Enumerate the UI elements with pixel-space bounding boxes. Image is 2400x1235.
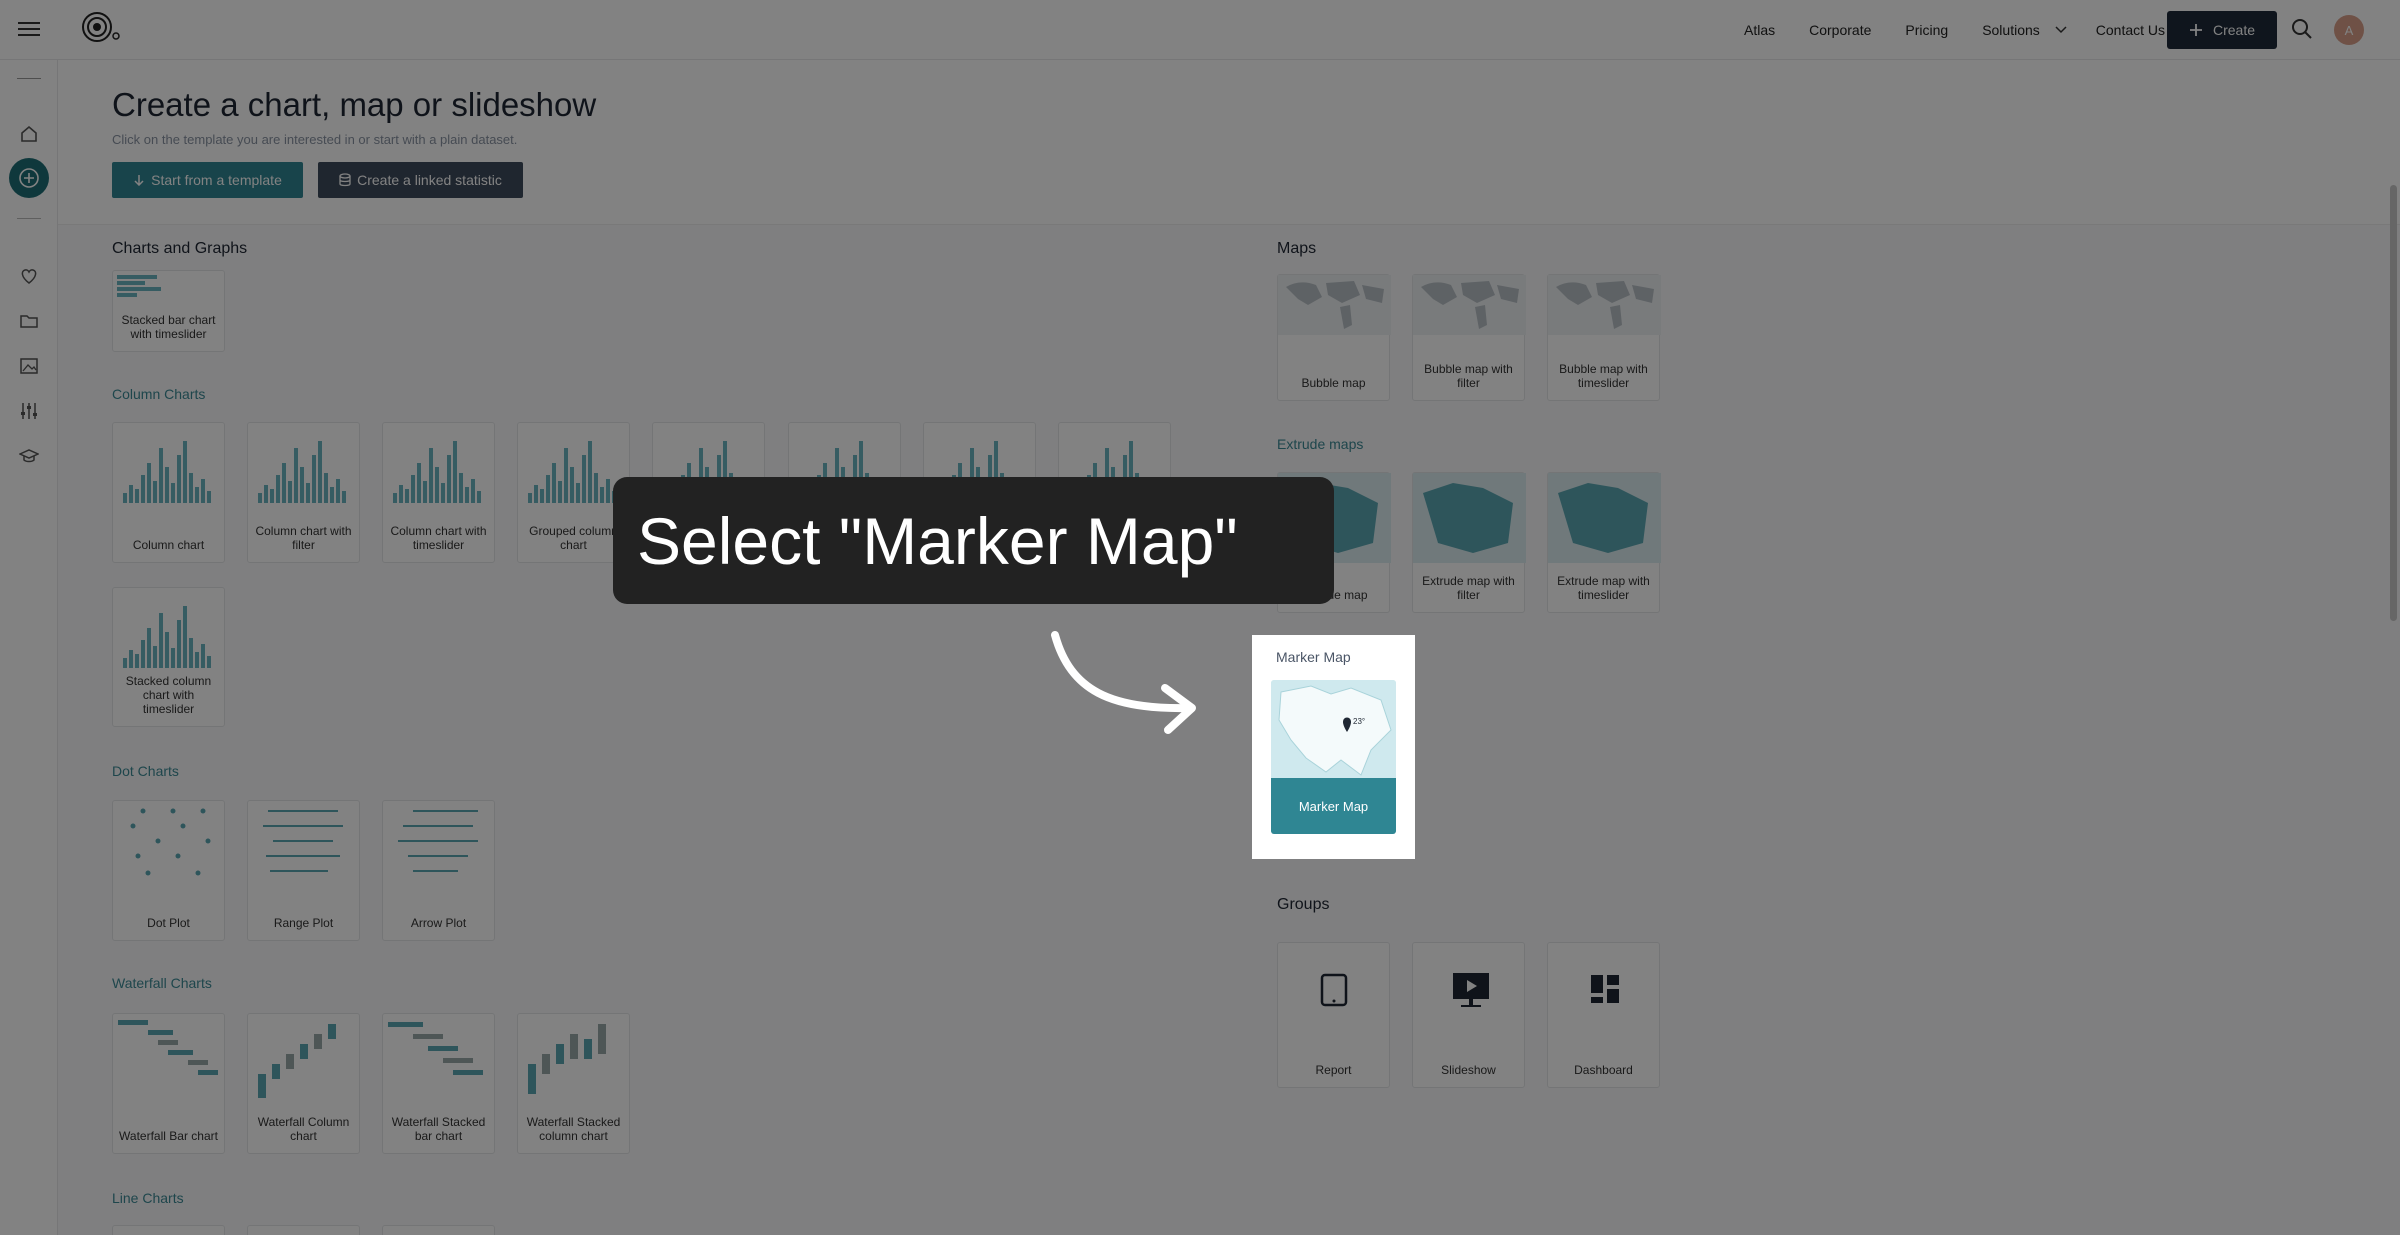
marker-map-card[interactable]: 23° Marker Map bbox=[1271, 680, 1396, 834]
marker-pin-label: 23° bbox=[1353, 717, 1365, 726]
marker-map-card-label: Marker Map bbox=[1271, 778, 1396, 834]
marker-map-section-title: Marker Map bbox=[1276, 649, 1351, 665]
marker-map-highlight: Marker Map 23° Marker Map bbox=[1252, 635, 1415, 859]
tutorial-callout: Select "Marker Map" bbox=[613, 477, 1334, 604]
europe-map-thumb: 23° bbox=[1271, 680, 1396, 778]
tutorial-overlay bbox=[0, 0, 2400, 1235]
curved-arrow-icon bbox=[1051, 631, 1196, 734]
